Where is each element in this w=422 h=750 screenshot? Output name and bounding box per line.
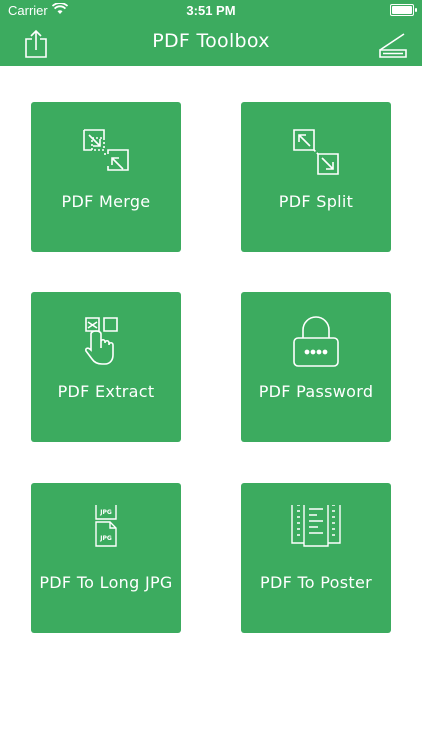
status-bar: Carrier 3:51 PM bbox=[0, 0, 422, 22]
tool-tile-pdf-password[interactable]: PDF Password bbox=[241, 292, 391, 442]
tool-label: PDF Extract bbox=[57, 382, 155, 401]
tool-tile-pdf-extract[interactable]: PDF Extract bbox=[31, 292, 181, 442]
tool-tile-pdf-to-poster[interactable]: PDF To Poster bbox=[241, 483, 391, 633]
split-icon bbox=[288, 124, 344, 180]
nav-bar: PDF Toolbox bbox=[0, 22, 422, 66]
tool-label: PDF Password bbox=[258, 382, 374, 401]
poster-icon bbox=[288, 505, 344, 561]
tool-label: PDF To Poster bbox=[260, 573, 372, 592]
jpg-files-icon: JPG JPG bbox=[78, 505, 134, 561]
tool-label: PDF Split bbox=[278, 192, 354, 211]
tool-label: PDF To Long JPG bbox=[39, 573, 173, 592]
tool-label: PDF Merge bbox=[61, 192, 151, 211]
status-time: 3:51 PM bbox=[186, 3, 236, 18]
battery-icon bbox=[390, 4, 417, 16]
scanner-icon[interactable] bbox=[376, 28, 410, 60]
extract-icon bbox=[78, 314, 134, 370]
svg-text:JPG: JPG bbox=[99, 509, 112, 516]
tool-tile-pdf-merge[interactable]: PDF Merge bbox=[31, 102, 181, 252]
lock-icon bbox=[288, 314, 344, 370]
svg-text:JPG: JPG bbox=[99, 535, 112, 542]
page-title: PDF Toolbox bbox=[152, 30, 270, 52]
tool-tile-pdf-to-long-jpg[interactable]: JPG JPG PDF To Long JPG bbox=[31, 483, 181, 633]
tool-tile-pdf-split[interactable]: PDF Split bbox=[241, 102, 391, 252]
merge-icon bbox=[78, 124, 134, 180]
